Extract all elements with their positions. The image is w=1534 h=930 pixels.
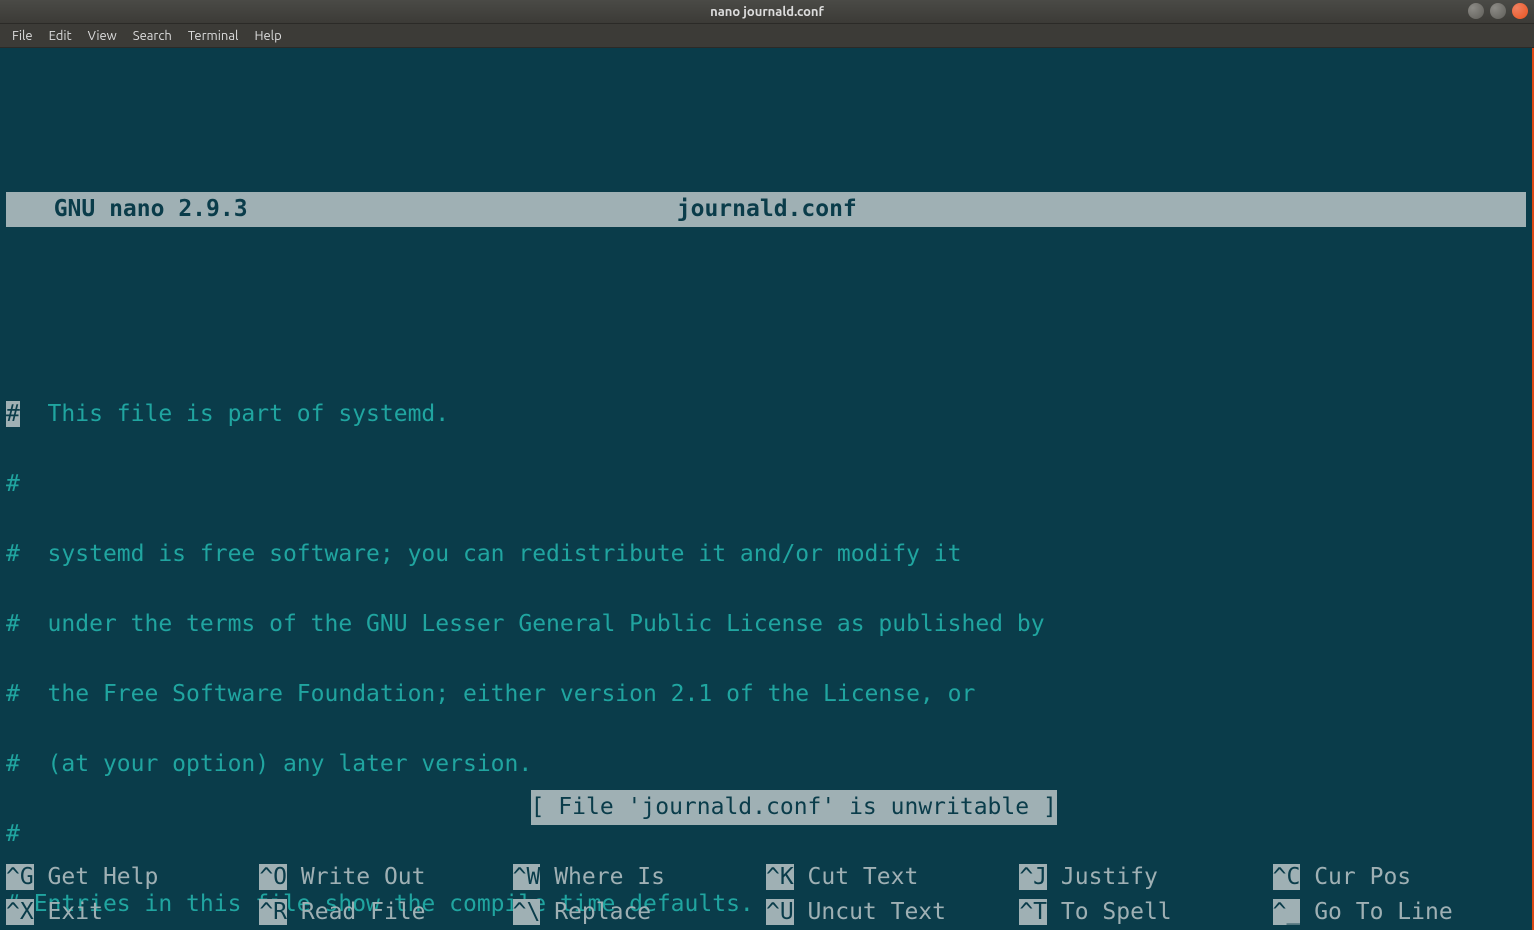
nano-app-name: GNU nano 2.9.3: [6, 192, 248, 227]
shortcut-key: ^W: [513, 864, 541, 890]
menu-search[interactable]: Search: [125, 26, 180, 46]
shortcut-key: ^C: [1273, 864, 1301, 890]
menu-view[interactable]: View: [80, 26, 125, 46]
window-titlebar: nano journald.conf: [0, 0, 1534, 24]
shortcut-replace: ^\ Replace: [513, 895, 766, 930]
nano-header: GNU nano 2.9.3 journald.conf: [6, 192, 1526, 227]
shortcut-key: ^G: [6, 864, 34, 890]
shortcut-key: ^T: [1019, 899, 1047, 925]
shortcut-read-file: ^R Read File: [259, 895, 512, 930]
shortcut-uncut-text: ^U Uncut Text: [766, 895, 1019, 930]
shortcut-key: ^O: [259, 864, 287, 890]
shortcut-key: ^J: [1019, 864, 1047, 890]
menu-terminal[interactable]: Terminal: [180, 26, 247, 46]
file-line-text: systemd is free software; you can redist…: [20, 541, 962, 567]
shortcut-to-spell: ^T To Spell: [1019, 895, 1272, 930]
shortcut-cut-text: ^K Cut Text: [766, 860, 1019, 895]
shortcut-label: To Spell: [1047, 899, 1172, 925]
shortcut-key: ^R: [259, 899, 287, 925]
shortcut-go-to-line: ^_ Go To Line: [1273, 895, 1526, 930]
shortcut-label: Justify: [1047, 864, 1158, 890]
minimize-icon[interactable]: [1468, 3, 1484, 19]
close-icon[interactable]: [1512, 3, 1528, 19]
file-line: # This file is part of systemd.: [6, 397, 1526, 432]
menu-help[interactable]: Help: [246, 26, 289, 46]
terminal-viewport[interactable]: GNU nano 2.9.3 journald.conf # This file…: [0, 48, 1534, 930]
shortcut-exit: ^X Exit: [6, 895, 259, 930]
window-controls: [1468, 3, 1528, 19]
menu-edit[interactable]: Edit: [41, 26, 80, 46]
shortcut-key: ^K: [766, 864, 794, 890]
file-line: #: [6, 467, 1526, 502]
file-line: # the Free Software Foundation; either v…: [6, 677, 1526, 712]
nano-header-right: [1286, 192, 1526, 227]
shortcut-key: ^_: [1273, 899, 1301, 925]
window-title: nano journald.conf: [710, 5, 824, 19]
shortcut-justify: ^J Justify: [1019, 860, 1272, 895]
terminal-menubar: File Edit View Search Terminal Help: [0, 24, 1534, 48]
nano-status-message: [ File 'journald.conf' is unwritable ]: [531, 790, 1057, 825]
file-line: # under the terms of the GNU Lesser Gene…: [6, 607, 1526, 642]
shortcut-cur-pos: ^C Cur Pos: [1273, 860, 1526, 895]
shortcut-label: Where Is: [540, 864, 665, 890]
shortcut-label: Cur Pos: [1300, 864, 1411, 890]
file-line-text: This file is part of systemd.: [20, 401, 449, 427]
shortcut-label: Replace: [540, 899, 651, 925]
shortcut-key: ^X: [6, 899, 34, 925]
nano-shortcut-bar: ^G Get Help ^O Write Out ^W Where Is ^K …: [6, 860, 1526, 930]
shortcut-label: Go To Line: [1300, 899, 1452, 925]
shortcut-label: Cut Text: [794, 864, 919, 890]
shortcut-label: Uncut Text: [794, 899, 946, 925]
cursor-position: #: [6, 401, 20, 427]
shortcut-key: ^\: [513, 899, 541, 925]
shortcut-label: Exit: [34, 899, 103, 925]
shortcut-where-is: ^W Where Is: [513, 860, 766, 895]
shortcut-label: Get Help: [34, 864, 159, 890]
file-line-text: the Free Software Foundation; either ver…: [20, 681, 975, 707]
maximize-icon[interactable]: [1490, 3, 1506, 19]
shortcut-get-help: ^G Get Help: [6, 860, 259, 895]
shortcut-write-out: ^O Write Out: [259, 860, 512, 895]
nano-status-wrap: [ File 'journald.conf' is unwritable ]: [0, 755, 1532, 860]
menu-file[interactable]: File: [4, 26, 41, 46]
shortcut-label: Read File: [287, 899, 425, 925]
file-line-text: under the terms of the GNU Lesser Genera…: [20, 611, 1045, 637]
nano-filename: journald.conf: [248, 192, 1286, 227]
file-line: # systemd is free software; you can redi…: [6, 537, 1526, 572]
shortcut-key: ^U: [766, 899, 794, 925]
shortcut-label: Write Out: [287, 864, 425, 890]
